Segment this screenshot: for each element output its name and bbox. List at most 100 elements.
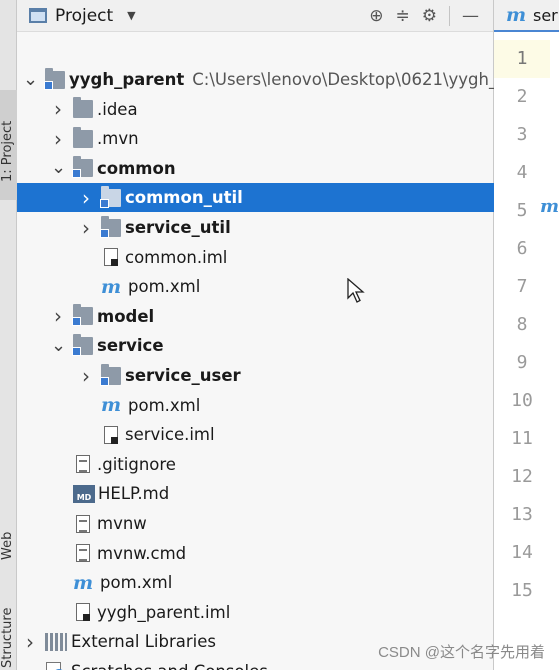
tool-window-strip: 1: Project Web Structure (0, 0, 19, 670)
chevron-right-icon[interactable]: › (51, 127, 65, 151)
module-folder-icon (100, 363, 121, 386)
maven-file-icon: m (101, 275, 122, 298)
tree-row[interactable]: MD HELP.md (17, 479, 494, 508)
tree-row-label: common_util (125, 188, 243, 208)
tree-row-label: pom.xml (128, 395, 201, 415)
scratches-icon (45, 661, 67, 670)
line-number: 7 (516, 276, 528, 297)
tree-row[interactable]: service.iml (17, 420, 494, 449)
line-number: 8 (516, 314, 528, 335)
chevron-right-icon[interactable]: › (51, 97, 65, 121)
module-folder-icon (72, 304, 93, 327)
tree-row-label: .mvn (97, 129, 139, 149)
project-tool-tab-label: 1: Project (0, 120, 15, 182)
maven-file-icon: m (101, 394, 122, 417)
markdown-file-icon: MD (73, 484, 95, 503)
tree-row-label: mvnw (97, 514, 147, 533)
tree-row[interactable]: mvnw (17, 509, 494, 538)
toolbar-divider (449, 5, 450, 26)
tree-row-label: pom.xml (128, 277, 201, 297)
chevron-down-icon[interactable]: ⌄ (51, 336, 66, 354)
line-number: 11 (511, 428, 533, 449)
project-panel-header: Project ▼ ⊕ ≑ ⚙ — (17, 0, 493, 32)
web-tool-tab-label: Web (0, 531, 15, 560)
collapse-all-icon[interactable]: ≑ (396, 6, 410, 26)
tree-row[interactable]: › .mvn (17, 124, 494, 153)
tree-row-label: common.iml (125, 247, 228, 267)
line-number: 10 (511, 390, 533, 411)
project-view-selector[interactable]: Project ▼ (29, 6, 136, 26)
chevron-right-icon[interactable]: › (79, 364, 93, 388)
locate-file-icon[interactable]: ⊕ (369, 6, 383, 26)
maven-gutter-icon[interactable]: m (540, 196, 559, 217)
tree-row[interactable]: m pom.xml (17, 272, 494, 301)
line-number: 9 (516, 352, 528, 373)
mouse-cursor-icon (347, 278, 365, 303)
tree-row-label: .gitignore (97, 454, 176, 474)
hide-panel-icon[interactable]: — (462, 6, 479, 26)
tree-row-label: Scratches and Consoles (71, 662, 268, 670)
line-number: 1 (494, 40, 550, 78)
tree-row-label: common (97, 158, 176, 178)
folder-icon (73, 126, 93, 148)
tree-row[interactable]: › common_util (17, 183, 494, 213)
line-number: 14 (511, 542, 533, 563)
line-number: 3 (516, 124, 528, 145)
tree-row[interactable]: › model (17, 302, 494, 331)
chevron-down-icon[interactable]: ⌄ (23, 70, 38, 88)
panel-toolbar: ⊕ ≑ ⚙ — (369, 5, 493, 26)
tree-row-label: yygh_parent.iml (97, 602, 231, 622)
chevron-right-icon[interactable]: › (23, 630, 37, 654)
tree-row[interactable]: › service_util (17, 213, 494, 242)
tree-row-label: model (97, 306, 155, 326)
editor-tab[interactable]: m ser (494, 0, 559, 32)
module-folder-icon (100, 215, 121, 238)
tree-row[interactable]: ⌄ common (17, 154, 494, 183)
project-path: C:\Users\lenovo\Desktop\0621\yygh_ (192, 70, 498, 89)
module-folder-icon (100, 185, 121, 208)
line-number: 15 (511, 580, 533, 601)
maven-file-icon: m (73, 571, 94, 594)
line-number: 2 (516, 86, 528, 107)
module-folder-icon (44, 67, 65, 90)
libraries-icon (45, 632, 67, 651)
gear-icon[interactable]: ⚙ (422, 6, 437, 26)
project-panel-title: Project (55, 5, 114, 26)
chevron-right-icon[interactable]: › (79, 216, 93, 240)
tree-row[interactable]: m pom.xml (17, 568, 494, 597)
structure-tool-tab-label: Structure (0, 607, 15, 668)
tree-row-label: service_user (125, 366, 241, 385)
tree-row-label: mvnw.cmd (97, 543, 187, 563)
watermark: CSDN @这个名字先用着 (378, 644, 545, 661)
tree-row[interactable]: › .idea (17, 95, 494, 124)
chevron-right-icon[interactable]: › (51, 304, 65, 328)
module-folder-icon (72, 333, 93, 356)
tree-row[interactable]: .gitignore (17, 450, 494, 479)
iml-file-icon (104, 425, 118, 444)
tree-row[interactable]: common.iml (17, 243, 494, 272)
module-folder-icon (72, 156, 93, 179)
tree-row[interactable]: m pom.xml (17, 391, 494, 420)
line-number: 13 (511, 504, 533, 525)
tree-row[interactable]: ⌄ service (17, 331, 494, 360)
dropdown-caret-icon: ▼ (127, 9, 136, 22)
project-window-icon (29, 8, 47, 23)
line-number: 12 (511, 466, 533, 487)
line-number: 4 (516, 162, 528, 183)
chevron-down-icon[interactable]: ⌄ (51, 159, 66, 177)
tree-row-label: yygh_parent (69, 70, 185, 89)
chevron-right-icon[interactable]: › (79, 186, 93, 210)
editor-tab-label: ser (533, 5, 558, 25)
line-number: 6 (516, 238, 528, 259)
tree-row-label: service (97, 336, 164, 356)
text-file-icon (76, 544, 90, 563)
tree-row[interactable]: › service_user (17, 361, 494, 390)
text-file-icon (76, 514, 90, 533)
tree-row[interactable]: mvnw.cmd (17, 539, 494, 568)
tree-row-label: .idea (97, 99, 138, 119)
tree-row-label: service.iml (125, 425, 215, 445)
iml-file-icon (76, 603, 90, 622)
folder-icon (73, 97, 93, 119)
tree-row[interactable]: yygh_parent.iml (17, 598, 494, 627)
tree-row[interactable]: ⌄ yygh_parent C:\Users\lenovo\Desktop\0621… (17, 65, 498, 94)
